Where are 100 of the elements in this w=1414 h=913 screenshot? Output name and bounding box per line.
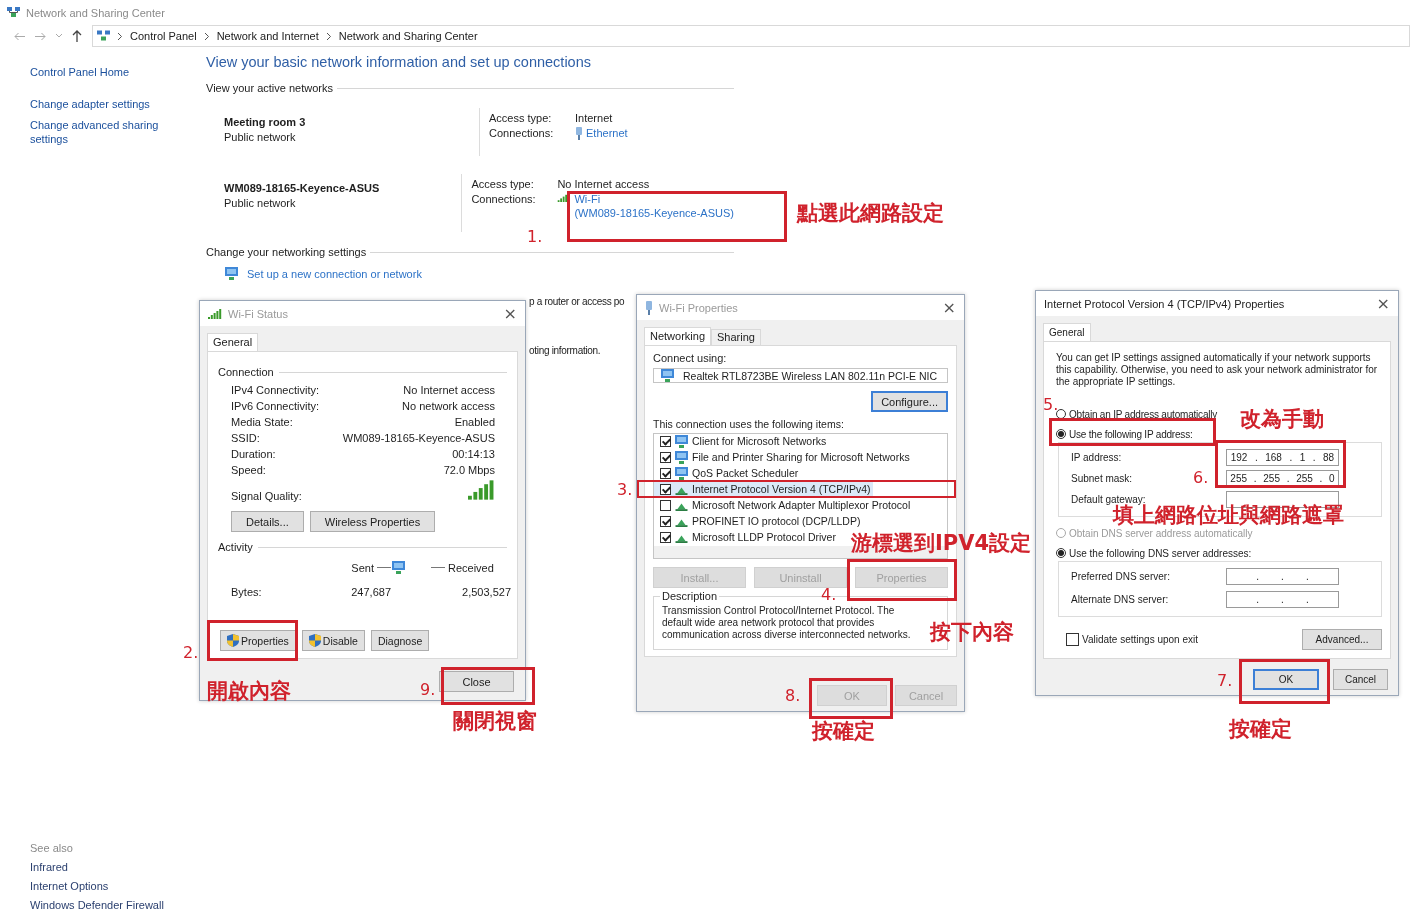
step-caption: 開啟內容 bbox=[207, 681, 291, 702]
group-label: Connection bbox=[218, 366, 274, 378]
status-value: No Internet access bbox=[403, 384, 495, 396]
checkbox[interactable] bbox=[660, 531, 671, 543]
step-number: 6. bbox=[1193, 469, 1209, 486]
checkbox[interactable] bbox=[660, 483, 671, 495]
step-number: 7. bbox=[1217, 672, 1233, 689]
connections-label: Connections: bbox=[471, 193, 537, 207]
breadcrumb-item[interactable]: Network and Sharing Center bbox=[338, 30, 478, 42]
chevron-icon bbox=[326, 32, 331, 40]
network-client-icon bbox=[674, 466, 689, 480]
status-label: IPv6 Connectivity: bbox=[231, 400, 321, 412]
dialog-button[interactable]: Diagnose bbox=[370, 630, 430, 651]
adapter-field: Realtek RTL8723BE Wireless LAN 802.11n PCI-E NIC bbox=[653, 368, 948, 383]
field-label: Preferred DNS server: bbox=[1071, 571, 1170, 582]
dialog-tab[interactable]: General bbox=[1043, 323, 1091, 341]
up-arrow-icon[interactable] bbox=[72, 30, 82, 42]
checkbox[interactable] bbox=[660, 499, 671, 511]
connection-link[interactable]: (WM089-18165-Keyence-ASUS) bbox=[574, 207, 734, 219]
step-number: 9. bbox=[420, 681, 436, 698]
radio-label: Obtain DNS server address automatically bbox=[1069, 527, 1253, 539]
checkbox[interactable] bbox=[660, 435, 671, 447]
network-client-icon bbox=[674, 434, 689, 448]
dialog-tab[interactable]: General bbox=[207, 333, 259, 351]
status-label: SSID: bbox=[231, 432, 261, 444]
page-heading: View your basic network information and set up connections bbox=[206, 54, 592, 70]
network-client-icon bbox=[674, 450, 689, 464]
group-label: Activity bbox=[218, 541, 253, 553]
dialog-button[interactable]: Wireless Properties bbox=[309, 511, 436, 532]
signal-strength-icon bbox=[468, 480, 495, 500]
configure-button[interactable]: Configure... bbox=[871, 391, 948, 412]
checkbox[interactable] bbox=[1066, 633, 1079, 646]
dialog-button[interactable]: Disable bbox=[301, 630, 365, 651]
cancel-button[interactable]: Cancel bbox=[1333, 669, 1388, 690]
section-heading: Change your networking settings bbox=[206, 246, 367, 258]
advanced-button[interactable]: Advanced... bbox=[1302, 629, 1382, 650]
step-caption: 填上網路位址與網路遮罩 bbox=[1113, 505, 1344, 526]
list-item[interactable]: Microsoft Network Adapter Multiplexor Protocol bbox=[654, 498, 913, 512]
bytes-sent: 247,687 bbox=[351, 586, 391, 598]
status-value: Enabled bbox=[454, 416, 495, 428]
see-also-link[interactable]: Windows Defender Firewall bbox=[30, 899, 206, 911]
network-adapter-icon bbox=[660, 369, 675, 382]
sidebar-link[interactable]: Change adapter settings bbox=[30, 97, 170, 111]
list-item[interactable]: QoS Packet Scheduler bbox=[654, 466, 801, 480]
close-button[interactable]: Close bbox=[439, 671, 514, 692]
checkbox[interactable] bbox=[660, 451, 671, 463]
step-number: 4. bbox=[821, 586, 837, 603]
list-item[interactable]: Internet Protocol Version 4 (TCP/IPv4) bbox=[654, 482, 873, 496]
checkbox[interactable] bbox=[660, 467, 671, 479]
dialog-tab[interactable]: Sharing bbox=[711, 329, 761, 345]
ok-button[interactable]: OK bbox=[1253, 669, 1319, 690]
breadcrumb-item[interactable]: Network and Internet bbox=[216, 30, 319, 42]
sent-label: Sent bbox=[351, 561, 374, 574]
shield-icon bbox=[227, 634, 239, 647]
radio-button[interactable] bbox=[1056, 429, 1066, 439]
body-text: p a router or access po bbox=[529, 296, 625, 307]
dialog-button[interactable]: Properties bbox=[220, 630, 296, 651]
dialog-button[interactable]: Details... bbox=[231, 511, 304, 532]
bytes-label: Bytes: bbox=[231, 586, 263, 598]
see-also-heading: See also bbox=[30, 842, 74, 854]
field-label: IP address: bbox=[1071, 452, 1122, 463]
list-item[interactable]: File and Printer Sharing for Microsoft Networks bbox=[654, 450, 912, 464]
access-type-label: Access type: bbox=[471, 178, 535, 190]
step-caption: 游標選到IPV4設定 bbox=[851, 533, 1032, 554]
radio-button[interactable] bbox=[1056, 548, 1066, 558]
see-also-link[interactable]: Internet Options bbox=[30, 880, 206, 892]
dialog-tab[interactable]: Networking bbox=[644, 327, 712, 345]
description-text: Transmission Control Protocol/Internet Protocol. The default wide area network protocol that provides communication across diverse interconnected networks. bbox=[662, 605, 912, 641]
sidebar-link[interactable]: Change advanced sharing settings bbox=[30, 118, 170, 146]
setup-connection-link[interactable]: Set up a new connection or network bbox=[247, 267, 422, 280]
list-item[interactable]: Client for Microsoft Networks bbox=[654, 434, 829, 448]
step-caption: 按下內容 bbox=[930, 622, 1014, 643]
computer-network-icon bbox=[391, 561, 406, 574]
step-number: 2. bbox=[183, 644, 199, 661]
connection-link[interactable]: Ethernet bbox=[586, 127, 628, 139]
ethernet-plug-icon bbox=[575, 127, 583, 140]
shield-icon bbox=[308, 634, 321, 647]
chevron-icon bbox=[118, 32, 122, 40]
radio-button[interactable] bbox=[1056, 409, 1066, 419]
body-text: oting information. bbox=[529, 345, 601, 356]
radio-label: Use the following IP address: bbox=[1069, 428, 1193, 440]
ip-address-field[interactable]: . . . bbox=[1226, 568, 1339, 585]
connector-line bbox=[431, 566, 445, 569]
ip-address-field[interactable]: . . . bbox=[1226, 591, 1339, 608]
checkbox-label: Validate settings upon exit bbox=[1082, 634, 1198, 645]
checkbox[interactable] bbox=[660, 515, 671, 527]
field-label: Alternate DNS server: bbox=[1071, 594, 1169, 605]
see-also-link[interactable]: Infrared bbox=[30, 861, 206, 873]
network-icon bbox=[97, 30, 110, 42]
status-label: Speed: bbox=[231, 464, 267, 476]
sidebar-link[interactable]: Control Panel Home bbox=[30, 65, 170, 79]
network-category: Public network bbox=[224, 197, 297, 209]
access-type-label: Access type: bbox=[489, 112, 553, 124]
ip-address-field[interactable]: 192 . 168 . 1 . 88 bbox=[1226, 449, 1339, 466]
list-item[interactable]: Microsoft LLDP Protocol Driver bbox=[654, 530, 838, 544]
step-number: 8. bbox=[785, 687, 801, 704]
connection-link[interactable]: Wi-Fi bbox=[574, 193, 601, 205]
status-label: Signal Quality: bbox=[231, 490, 303, 502]
list-item[interactable]: PROFINET IO protocol (DCP/LLDP) bbox=[654, 514, 863, 528]
breadcrumb-item[interactable]: Control Panel bbox=[130, 30, 197, 42]
